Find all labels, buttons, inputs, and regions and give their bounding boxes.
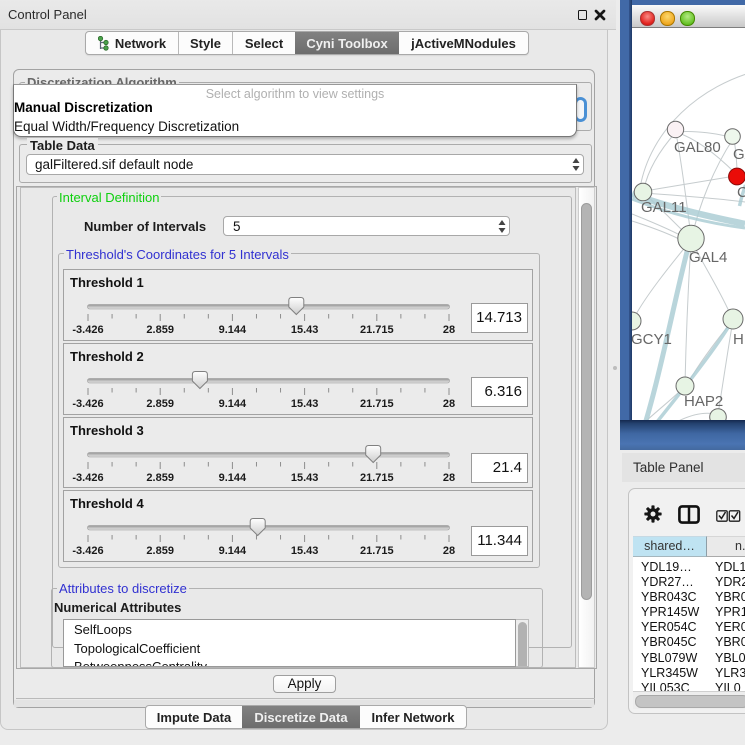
svg-text:GAL4: GAL4 <box>689 249 727 266</box>
svg-text:GCY1: GCY1 <box>632 331 672 348</box>
svg-text:GAL7: GAL7 <box>733 146 745 163</box>
svg-text:H: H <box>733 331 744 348</box>
svg-text:GAL11: GAL11 <box>641 199 687 216</box>
svg-text:HAP2: HAP2 <box>684 393 723 410</box>
svg-text:GAL80: GAL80 <box>674 139 721 156</box>
svg-text:C: C <box>737 184 745 201</box>
